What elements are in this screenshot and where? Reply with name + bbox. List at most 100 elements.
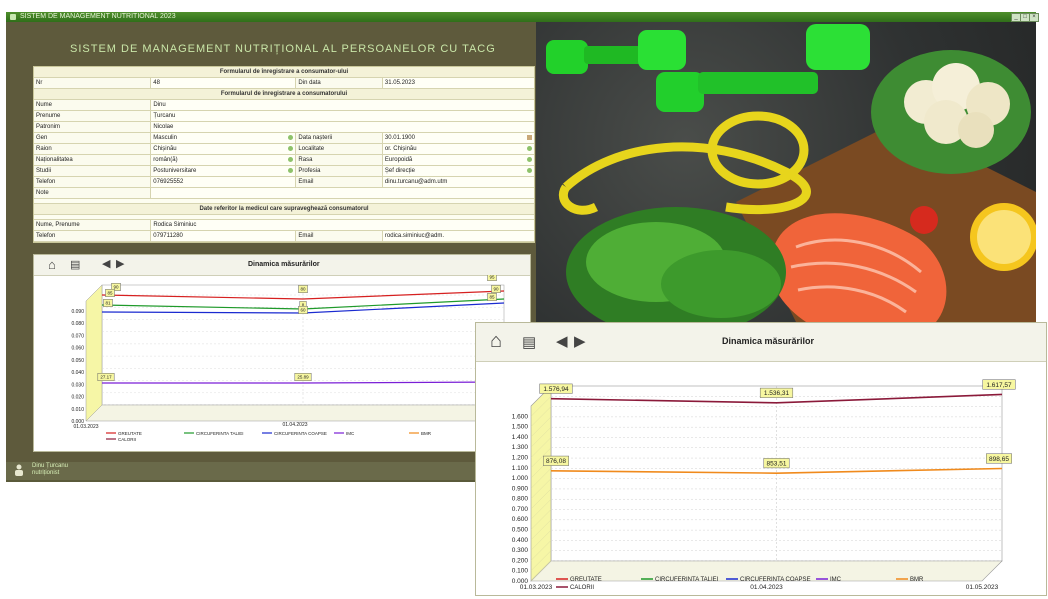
data-label: 90 bbox=[493, 287, 499, 292]
data-label: 60 bbox=[300, 308, 306, 313]
dropdown-icon[interactable] bbox=[526, 157, 532, 162]
dropdown-icon[interactable] bbox=[288, 146, 294, 151]
printer-icon[interactable]: ▤ bbox=[522, 333, 536, 351]
dropdown-icon[interactable] bbox=[526, 168, 532, 173]
food-photo-illustration bbox=[546, 24, 1036, 322]
home-icon[interactable]: ⌂ bbox=[490, 330, 502, 353]
note-field[interactable] bbox=[151, 188, 534, 198]
y-tick-label: 0.100 bbox=[512, 568, 529, 575]
user-info: Dinu Țurcanu nutriționist bbox=[32, 463, 68, 477]
email-field[interactable]: dinu.turcanu@adm.utm bbox=[382, 177, 534, 187]
loc-label: Localitate bbox=[296, 144, 383, 154]
data-label: 95 bbox=[489, 275, 495, 280]
close-button[interactable]: × bbox=[1029, 13, 1039, 22]
y-tick-label: 0.030 bbox=[71, 382, 84, 388]
form-row-studii: Studii Postuniversitare Profesia Șef dir… bbox=[34, 166, 534, 177]
dumbbell-image bbox=[546, 24, 870, 112]
doc-name-label: Nume, Prenume bbox=[34, 220, 152, 230]
nat-select[interactable]: român(ă) bbox=[151, 155, 297, 165]
form-header-2: Formularul de înregistrare a consumatoru… bbox=[34, 89, 534, 100]
patronim-field[interactable]: Nicolae bbox=[151, 122, 534, 132]
raion-select[interactable]: Chișinău bbox=[151, 144, 297, 154]
form-row-gen: Gen Masculin Data nașterii 30.01.1900 bbox=[34, 133, 534, 144]
y-tick-label: 1.100 bbox=[512, 465, 529, 472]
doc-tel-label: Telefon bbox=[34, 231, 152, 241]
form-row-nat: Naționalitatea român(ă) Rasa Europoidă bbox=[34, 155, 534, 166]
y-tick-label: 1.000 bbox=[512, 475, 529, 482]
home-icon[interactable]: ⌂ bbox=[48, 257, 56, 272]
surname-label: Prenume bbox=[34, 111, 152, 121]
doc-email-label: Email bbox=[296, 231, 383, 241]
data-label-calorii: 1.576,94 bbox=[543, 386, 569, 393]
legend-item: CIRCUFERINTA COAPSE bbox=[274, 431, 327, 436]
gen-select[interactable]: Masculin bbox=[151, 133, 297, 143]
arrow-left-icon[interactable]: ◀ bbox=[556, 332, 568, 350]
dropdown-icon[interactable] bbox=[288, 168, 294, 173]
tel-field[interactable]: 076925552 bbox=[151, 177, 297, 187]
arrow-right-icon[interactable]: ▶ bbox=[116, 257, 124, 270]
birth-value: 30.01.1900 bbox=[384, 135, 415, 141]
form-row-surname: Prenume Țurcanu bbox=[34, 111, 534, 122]
side-wall bbox=[85, 284, 103, 422]
legend-item: CALORII bbox=[570, 585, 594, 591]
user-icon bbox=[15, 464, 23, 476]
floor bbox=[85, 404, 505, 422]
data-label-bmr: 876,08 bbox=[546, 458, 566, 465]
x-tick-label: 01.04.2023 bbox=[282, 422, 307, 428]
legend-item: IMC bbox=[346, 431, 355, 436]
y-tick-label: 0.080 bbox=[71, 321, 84, 327]
data-label-imc: 27.17 bbox=[100, 375, 112, 380]
prof-label: Profesia bbox=[296, 166, 383, 176]
y-tick-label: 0.500 bbox=[512, 527, 529, 534]
loc-select[interactable]: or. Chișinău bbox=[382, 144, 534, 154]
note-label: Note bbox=[34, 188, 152, 198]
calendar-icon[interactable] bbox=[526, 135, 532, 140]
email-label: Email bbox=[296, 177, 383, 187]
rasa-value: Europoidă bbox=[384, 157, 413, 163]
surname-field[interactable]: Țurcanu bbox=[151, 111, 534, 121]
legend-item: IMC bbox=[830, 577, 842, 583]
doc-name-field[interactable]: Rodica Siminiuc bbox=[151, 220, 534, 230]
user-bar bbox=[6, 462, 536, 480]
form-row-tel: Telefon 076925552 Email dinu.turcanu@adm… bbox=[34, 177, 534, 188]
y-tick-label: 1.400 bbox=[512, 434, 529, 441]
gen-label: Gen bbox=[34, 133, 152, 143]
date-field[interactable]: 31.05.2023 bbox=[382, 78, 534, 88]
nr-field[interactable]: 48 bbox=[151, 78, 297, 88]
dropdown-icon[interactable] bbox=[288, 135, 294, 140]
data-label-calorii: 1.617,57 bbox=[986, 382, 1012, 389]
raion-value: Chișinău bbox=[153, 146, 177, 152]
rasa-label: Rasa bbox=[296, 155, 383, 165]
raion-label: Raion bbox=[34, 144, 152, 154]
legend-item: CALORII bbox=[118, 437, 136, 442]
y-tick-label: 0.020 bbox=[71, 395, 84, 401]
arrow-left-icon[interactable]: ◀ bbox=[102, 257, 110, 270]
registration-form: Formularul de înregistrare a consumator-… bbox=[33, 66, 535, 243]
studii-select[interactable]: Postuniversitare bbox=[151, 166, 297, 176]
doc-email-field[interactable]: rodica.siminiuc@adm. bbox=[382, 231, 534, 241]
rasa-select[interactable]: Europoidă bbox=[382, 155, 534, 165]
data-label-imc: 25.89 bbox=[297, 375, 309, 380]
doc-tel-field[interactable]: 079711280 bbox=[151, 231, 297, 241]
y-tick-label: 1.200 bbox=[512, 454, 529, 461]
nat-label: Naționalitatea bbox=[34, 155, 152, 165]
form-row-patronim: Patronim Nicolae bbox=[34, 122, 534, 133]
name-field[interactable]: Dinu bbox=[151, 100, 534, 110]
prof-select[interactable]: Șef direcție bbox=[382, 166, 534, 176]
dropdown-icon[interactable] bbox=[288, 157, 294, 162]
x-tick-label: 01.05.2023 bbox=[966, 584, 999, 591]
app-title: SISTEM DE MANAGEMENT NUTRIȚIONAL AL PERS… bbox=[70, 43, 496, 55]
loc-value: or. Chișinău bbox=[384, 146, 417, 152]
y-tick-label: 0.300 bbox=[512, 547, 529, 554]
arrow-right-icon[interactable]: ▶ bbox=[574, 332, 586, 350]
form-row-nr: Nr 48 Din data 31.05.2023 bbox=[34, 78, 534, 89]
birth-field[interactable]: 30.01.1900 bbox=[382, 133, 534, 143]
y-tick-label: 0.090 bbox=[71, 309, 84, 315]
patronim-label: Patronim bbox=[34, 122, 152, 132]
chart-title-small: Dinamica măsurărilor bbox=[248, 261, 320, 268]
printer-icon[interactable]: ▤ bbox=[70, 258, 80, 271]
app: SISTEM DE MANAGEMENT NUTRITIONAL 2023 _ … bbox=[0, 0, 1048, 599]
dropdown-icon[interactable] bbox=[526, 146, 532, 151]
legend-item: BMR bbox=[910, 577, 924, 583]
legend-item: CIRCUFERINTA TALIEI bbox=[655, 577, 719, 583]
